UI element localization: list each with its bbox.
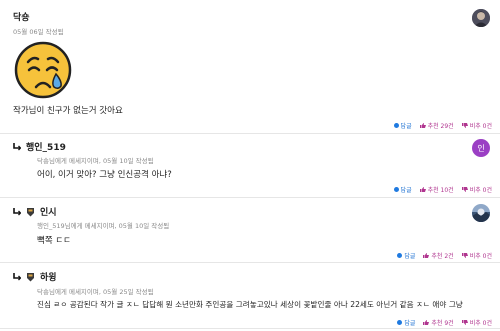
avatar[interactable]: 인	[472, 139, 490, 157]
comment-meta: 05월 06일 작성됨	[13, 28, 64, 36]
thumb-up-icon	[419, 123, 426, 128]
thumb-up-icon	[423, 320, 430, 325]
reply-dot-icon	[397, 320, 403, 325]
downvote-button[interactable]: 비추 0건	[461, 121, 492, 130]
divider	[0, 133, 500, 134]
comment-meta: 닥숑님에게 메세지이며, 05월 25일 작성됨	[37, 288, 154, 296]
comment-author[interactable]: 하윙	[40, 270, 57, 283]
crying-emoji-image	[14, 41, 72, 99]
reply-dot-icon	[397, 253, 403, 258]
divider	[0, 197, 500, 198]
reply-button[interactable]: 답글	[393, 121, 412, 130]
thumb-down-icon	[461, 123, 468, 128]
avatar-letter: 인	[477, 143, 485, 153]
divider	[0, 328, 500, 329]
reply-arrow-icon	[13, 272, 21, 280]
thumb-up-icon	[423, 253, 430, 258]
avatar[interactable]	[472, 204, 490, 222]
thumb-down-icon	[461, 253, 468, 258]
downvote-button[interactable]: 비추 0건	[461, 318, 492, 327]
comment-meta: 닥숑님에게 메세지이며, 05월 10일 작성됨	[37, 157, 154, 165]
upvote-button[interactable]: 추천 10건	[419, 185, 454, 194]
reply-button[interactable]: 답글	[397, 318, 415, 327]
reply-arrow-icon	[13, 142, 21, 150]
comment-text: 어이, 이거 맞아? 그냥 인신공격 아냐?	[37, 170, 172, 180]
comment-author[interactable]: 닥숑	[13, 10, 30, 23]
downvote-button[interactable]: 비추 0건	[461, 185, 492, 194]
reply-arrow-icon	[13, 207, 21, 215]
reply-button[interactable]: 답글	[393, 185, 412, 194]
upvote-button[interactable]: 추천 29건	[419, 121, 454, 130]
comment-author[interactable]: 행인_519	[26, 140, 66, 153]
upvote-button[interactable]: 추천 2건	[423, 251, 454, 260]
reply-button[interactable]: 답글	[397, 251, 415, 260]
comment-text: 진심 ㄹㅇ 공감된다 작가 글 ㅈㄴ 답답해 뭔 소년만화 주인공을 그려놓고있…	[37, 300, 463, 309]
thumb-up-icon	[419, 187, 426, 192]
level-badge-icon	[27, 272, 34, 281]
comment-author[interactable]: 인시	[40, 205, 57, 218]
reply-dot-icon	[393, 187, 399, 192]
comment-thread: 닥숑 05월 06일 작성됨 작가님이 친구가 없는거 갓아요 답글 추천 29…	[0, 0, 500, 331]
reply-dot-icon	[393, 123, 399, 128]
upvote-button[interactable]: 추천 9건	[423, 318, 454, 327]
level-badge-icon	[27, 207, 34, 216]
avatar[interactable]	[472, 9, 490, 27]
thumb-down-icon	[461, 320, 468, 325]
comment-meta: 행인_519님에게 메세지이며, 05월 10일 작성됨	[37, 222, 170, 230]
downvote-button[interactable]: 비추 0건	[461, 251, 492, 260]
comment-text: 작가님이 친구가 없는거 갓아요	[13, 106, 123, 116]
comment-text: 뼉쪽 ㄷㄷ	[37, 236, 71, 246]
thumb-down-icon	[461, 187, 468, 192]
divider	[0, 262, 500, 263]
